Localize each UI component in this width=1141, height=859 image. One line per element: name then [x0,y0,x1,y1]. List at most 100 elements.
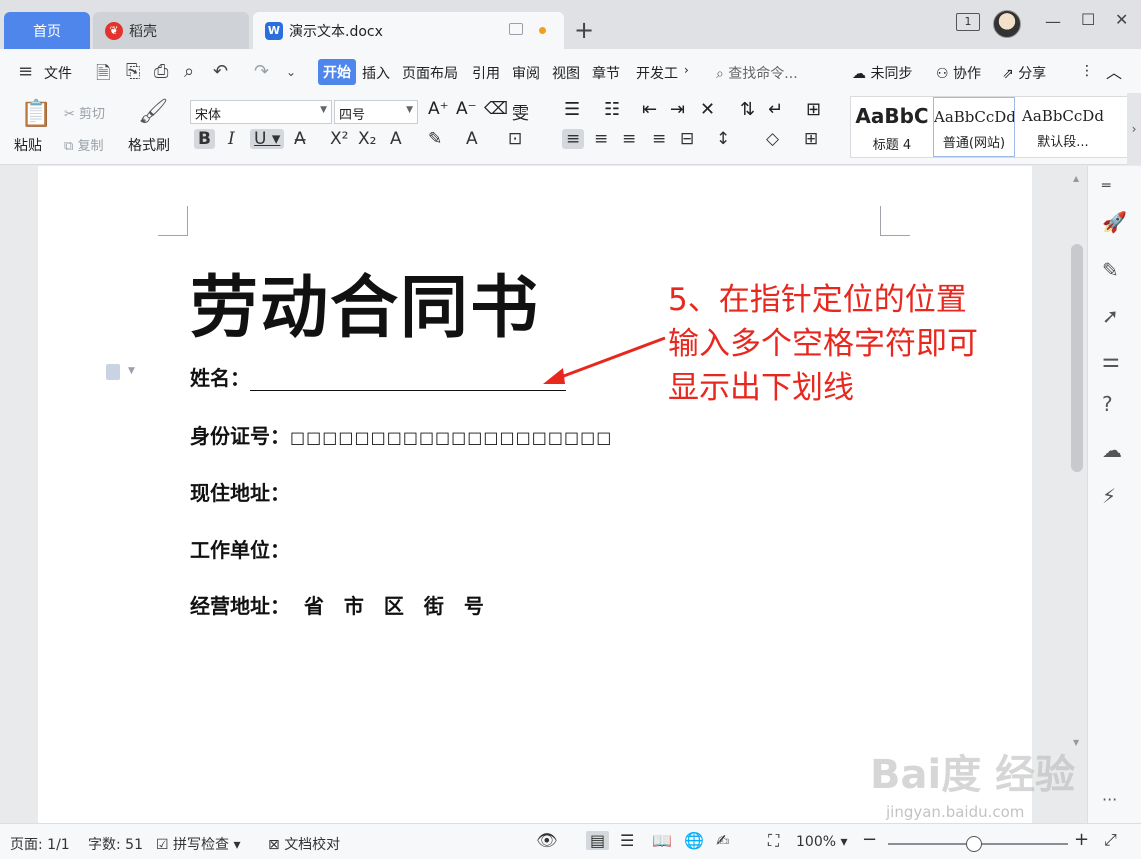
outline-view-icon[interactable]: ☰ [620,831,634,850]
decrease-indent-icon[interactable]: ⇤ [642,99,657,120]
numbered-list-icon[interactable]: ☷ [604,99,620,120]
more-tools-icon[interactable]: ··· [1102,790,1117,809]
menu-review[interactable]: 审阅 [512,63,540,83]
chinese-layout-icon[interactable]: ✕ [700,99,715,120]
window-count-badge[interactable]: 1 [956,13,980,31]
menu-reference[interactable]: 引用 [472,63,500,83]
write-view-icon[interactable]: ✍ [716,831,729,850]
bold-button[interactable]: B [194,129,215,149]
scrollbar-thumb[interactable] [1071,244,1083,472]
word-count[interactable]: 字数: 51 [88,834,143,854]
page-view-icon[interactable]: ▤ [586,831,610,850]
maximize-icon[interactable]: ☐ [1081,10,1095,29]
vertical-scrollbar[interactable]: ▲ ▼ [1068,166,1087,823]
highlight-icon[interactable]: ✎ [428,129,442,149]
style-default-para[interactable]: AaBbCcDd 默认段... [1017,97,1109,157]
tab-document[interactable]: W 演示文本.docx [253,12,564,49]
font-family-select[interactable]: 宋体 ▼ [190,100,332,124]
style-normal-web[interactable]: AaBbCcDd 普通(网站) [933,97,1015,157]
justify-icon[interactable]: ≡ [652,129,666,149]
paste-icon[interactable]: 📋 [20,99,52,129]
minimize-icon[interactable]: — [1045,12,1061,31]
phonetic-icon[interactable]: 雯 [512,99,529,124]
zoom-level[interactable]: 100% ▾ [796,834,848,850]
export-icon[interactable]: ⎘ [126,61,140,82]
hamburger-icon[interactable]: ≡ [18,61,33,82]
shrink-font-icon[interactable]: A⁻ [456,99,477,119]
menu-more-icon[interactable]: › [684,63,689,77]
spell-check[interactable]: ☑ 拼写检查 ▾ [156,834,241,854]
strikethrough-icon[interactable]: A̶ [294,129,306,149]
print-preview-icon[interactable]: ⌕ [184,61,194,82]
paste-button[interactable]: 粘贴 [14,135,42,155]
id-number-boxes[interactable]: □□□□□□□□□□□□□□□□□□□□ [290,428,612,447]
subscript-icon[interactable]: X₂ [358,129,376,149]
char-border-icon[interactable]: ⊡ [508,129,522,149]
collapse-ribbon-icon[interactable]: ︿ [1106,59,1122,83]
eye-icon[interactable]: 👁 [536,831,558,851]
zoom-in-icon[interactable]: + [1074,829,1089,850]
fullscreen-icon[interactable]: ⤢ [1104,830,1117,850]
help-icon[interactable]: ? [1102,392,1113,416]
align-left-icon[interactable]: ≡ [562,129,585,149]
sidebar-collapse-icon[interactable]: ═ [1102,178,1110,194]
add-tab-button[interactable]: + [574,16,594,44]
more-quick-icon[interactable]: ⌄ [286,65,296,79]
print-icon[interactable]: ⎙ [154,61,168,82]
zoom-slider-knob[interactable] [966,836,982,852]
collab-button[interactable]: ⚇ 协作 [936,63,981,83]
user-avatar[interactable] [993,10,1021,38]
increase-indent-icon[interactable]: ⇥ [670,99,685,120]
read-view-icon[interactable]: 📖 [652,831,672,850]
tab-ruler-icon[interactable]: ⊞ [806,99,821,120]
more-options-icon[interactable]: ⋮ [1080,63,1094,79]
fit-page-icon[interactable]: ⛶ [768,831,779,851]
superscript-icon[interactable]: X² [330,129,348,149]
name-underline[interactable] [250,371,566,391]
font-color-icon[interactable]: A [466,129,478,149]
chevron-down-icon[interactable]: ▼ [128,366,135,376]
line-spacing-icon[interactable]: ↕ [716,129,730,149]
undo-icon[interactable]: ↶ [213,61,228,82]
cursor-icon[interactable]: ➚ [1102,304,1119,328]
zoom-out-icon[interactable]: − [862,829,877,850]
menu-view[interactable]: 视图 [552,63,580,83]
format-painter-button[interactable]: 格式刷 [128,135,170,155]
align-right-icon[interactable]: ≡ [622,129,636,149]
scroll-up-icon[interactable]: ▲ [1073,174,1079,183]
menu-file[interactable]: 文件 [44,63,72,83]
page-count[interactable]: 页面: 1/1 [10,834,70,854]
tab-home[interactable]: 首页 [4,12,90,49]
italic-button[interactable]: I [228,129,235,149]
menu-layout[interactable]: 页面布局 [402,63,458,83]
grow-font-icon[interactable]: A⁺ [428,99,449,119]
save-icon[interactable]: 🗎 [96,61,110,91]
style-heading4[interactable]: AaBbC 标题 4 [851,97,933,157]
command-search[interactable]: ⌕ 查找命令... [716,63,798,83]
ribbon-scroll-right-icon[interactable]: › [1127,93,1141,165]
text-effect-icon[interactable]: A [390,129,402,149]
underline-button[interactable]: U ▾ [250,129,285,149]
align-center-icon[interactable]: ≡ [594,129,608,149]
doc-proofread[interactable]: ⊠ 文档校对 [268,834,340,854]
web-view-icon[interactable]: 🌐 [684,831,704,850]
distribute-icon[interactable]: ⊟ [680,129,694,149]
sync-status[interactable]: ☁ 未同步 [852,63,912,83]
menu-chapter[interactable]: 章节 [592,63,620,83]
paragraph-handle-icon[interactable] [106,364,120,380]
share-button[interactable]: ⇗ 分享 [1002,63,1046,83]
redo-icon[interactable]: ↷ [254,61,269,82]
brush-icon[interactable]: 🖌 [138,97,168,125]
monitor-icon[interactable] [509,23,523,35]
copy-button[interactable]: ⧉ 复制 [64,135,103,154]
clear-format-icon[interactable]: ⌫ [484,99,508,119]
cloud-doc-icon[interactable]: ☁ [1102,438,1122,462]
show-marks-icon[interactable]: ↵ [768,99,783,120]
border-icon[interactable]: ⊞ [804,129,818,149]
document-page[interactable]: ▼ 劳动合同书 姓名： 身份证号：□□□□□□□□□□□□□□□□□□□□ 现住… [38,166,1032,823]
pen-icon[interactable]: ✎ [1102,258,1119,282]
shading-icon[interactable]: ◇ [766,129,779,149]
menu-developer[interactable]: 开发工 [636,63,678,83]
bullet-list-icon[interactable]: ☰ [564,99,580,120]
font-size-select[interactable]: 四号 ▼ [334,100,418,124]
